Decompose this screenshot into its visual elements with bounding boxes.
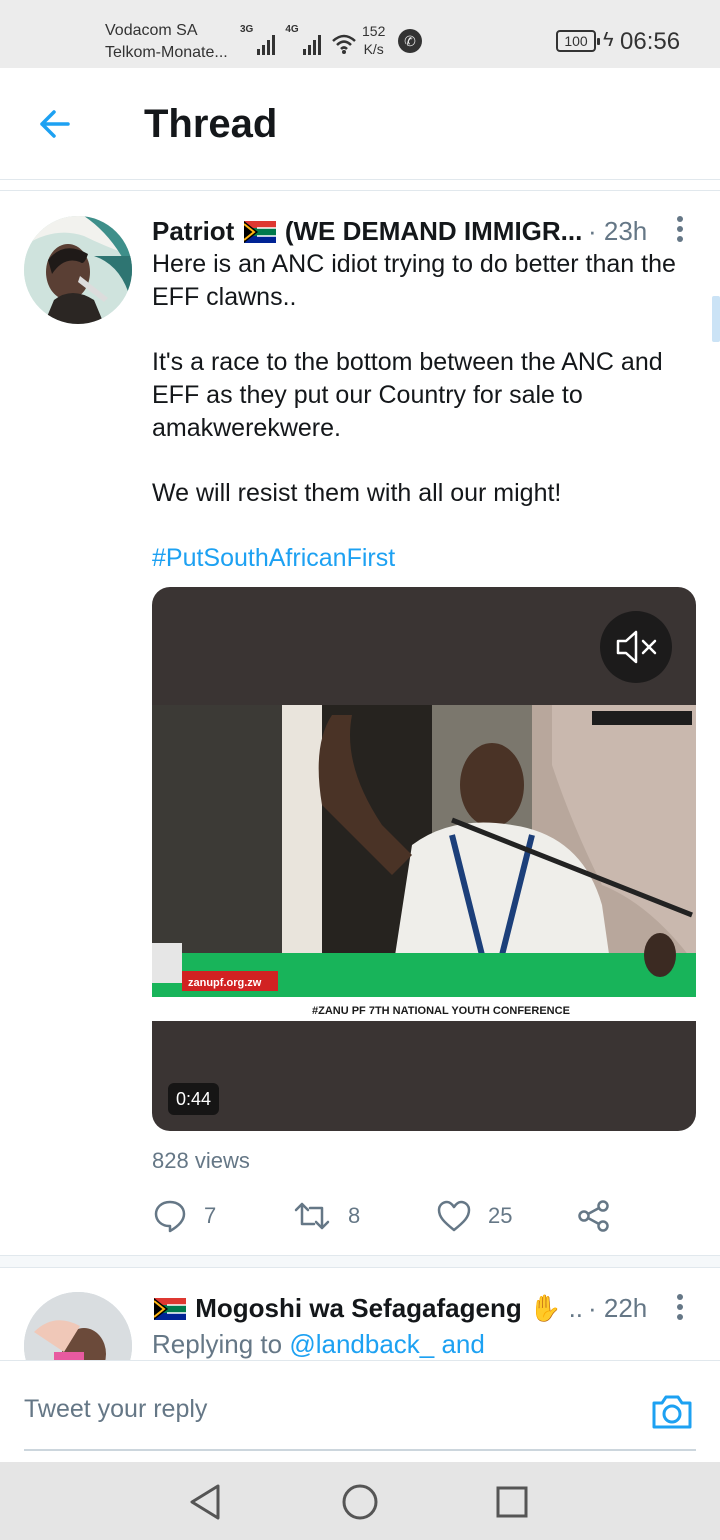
share-button[interactable] [576,1196,612,1236]
page-title: Thread [144,102,278,146]
author-name[interactable]: Patriot [152,216,234,246]
video-player[interactable]: zanupf.org.zw #ZANU PF 7TH NATIONAL YOUT… [152,587,696,1131]
thread-header: Thread [0,68,720,180]
name-ellipsis: ... [568,1293,582,1323]
tweet-header[interactable]: Patriot (WE DEMAND IMMIGR... [152,214,652,248]
tweet-paragraph: It's a race to the bottom between the AN… [152,348,663,442]
nav-home-button[interactable] [338,1480,382,1524]
nav-recents-button[interactable] [490,1480,534,1524]
thread-gap [0,1256,720,1268]
video-frame: zanupf.org.zw #ZANU PF 7TH NATIONAL YOUT… [152,705,696,1021]
tweet-text: Here is an ANC idiot trying to do better… [152,248,704,607]
input-underline [24,1449,696,1451]
tweet-time[interactable]: · 22h [588,1290,647,1326]
video-still: zanupf.org.zw #ZANU PF 7TH NATIONAL YOUT… [152,705,696,1021]
video-banner-site: zanupf.org.zw [188,977,262,989]
video-duration: 0:44 [168,1083,220,1115]
back-button[interactable] [32,102,80,146]
reply-composer [0,1360,720,1462]
video-ticker: #ZANU PF 7TH NATIONAL YOUTH CONFERENCE [312,1005,570,1017]
avatar[interactable] [24,216,132,324]
tweet-paragraph: Here is an ANC idiot trying to do better… [152,250,676,311]
network-indicators: 3G 4G [240,24,357,55]
heart-icon [437,1200,471,1232]
charging-icon: ϟ [603,29,614,51]
mention-link[interactable]: @landback_ and [289,1329,485,1359]
camera-icon [652,1395,692,1429]
view-count: 828 views [152,1148,250,1173]
speed-value: 152 [362,23,386,39]
more-options-icon[interactable] [672,1294,688,1324]
south-africa-flag-icon [243,221,276,243]
hashtag-link[interactable]: #PutSouthAfricanFirst [152,542,704,575]
carrier-secondary: Telkom-Monate... [105,44,228,61]
wifi-icon [331,34,356,54]
status-bar: Vodacom SA Telkom-Monate... 3G 4G 152 K/… [0,0,720,68]
author-name[interactable]: Mogoshi wa Sefagafageng [195,1293,522,1323]
whatsapp-icon: ✆ [398,29,422,53]
network-type-2: 4G [285,24,299,35]
battery-level: 100 [564,33,588,49]
camera-button[interactable] [650,1391,694,1431]
like-button[interactable]: 25 [436,1196,512,1236]
author-name-suffix: (WE DEMAND IMMIGR... [284,216,583,246]
system-nav-bar [0,1462,720,1540]
nav-back-button[interactable] [184,1480,228,1524]
tweet-paragraph: We will resist them with all our might! [152,479,562,507]
share-icon [578,1200,609,1232]
tweet-header[interactable]: Mogoshi wa Sefagafageng ✋ ... [152,1290,582,1326]
south-africa-flag-icon [154,1298,186,1320]
signal-icon [257,33,276,55]
more-options-icon[interactable] [672,216,688,246]
network-type-1: 3G [240,24,254,35]
mute-button[interactable] [600,611,672,683]
speed-unit: K/s [363,41,384,57]
tweet-actions: 7 8 25 [152,1196,712,1236]
signal-icon [302,33,321,55]
triangle-back-icon [190,1484,220,1520]
carrier-primary: Vodacom SA [105,22,198,39]
arrow-left-icon [40,110,70,138]
battery-icon: 100 [556,30,600,52]
reply-icon [154,1200,186,1233]
tweet-time[interactable]: · 23h [588,214,647,248]
retweet-count: 8 [348,1203,361,1228]
retweet-icon [294,1202,330,1230]
circle-home-icon [342,1484,378,1520]
square-recents-icon [496,1486,528,1518]
reply-button[interactable]: 7 [152,1196,216,1236]
divider [0,190,720,191]
reply-count: 7 [204,1203,217,1228]
data-speed: 152 K/s [362,22,385,58]
retweet-button[interactable]: 8 [292,1196,360,1236]
speaker-muted-icon [616,630,657,664]
clock: 06:56 [620,28,681,55]
reply-input[interactable] [24,1395,624,1424]
profile-photo [24,216,132,324]
replying-label: Replying to [152,1329,283,1359]
clapping-hands-icon: ✋ [528,1293,562,1323]
scrollbar[interactable] [712,296,720,342]
replying-to: Replying to @landback_ and [152,1326,485,1362]
carrier-info: Vodacom SA Telkom-Monate... [105,20,228,64]
like-count: 25 [488,1203,513,1228]
